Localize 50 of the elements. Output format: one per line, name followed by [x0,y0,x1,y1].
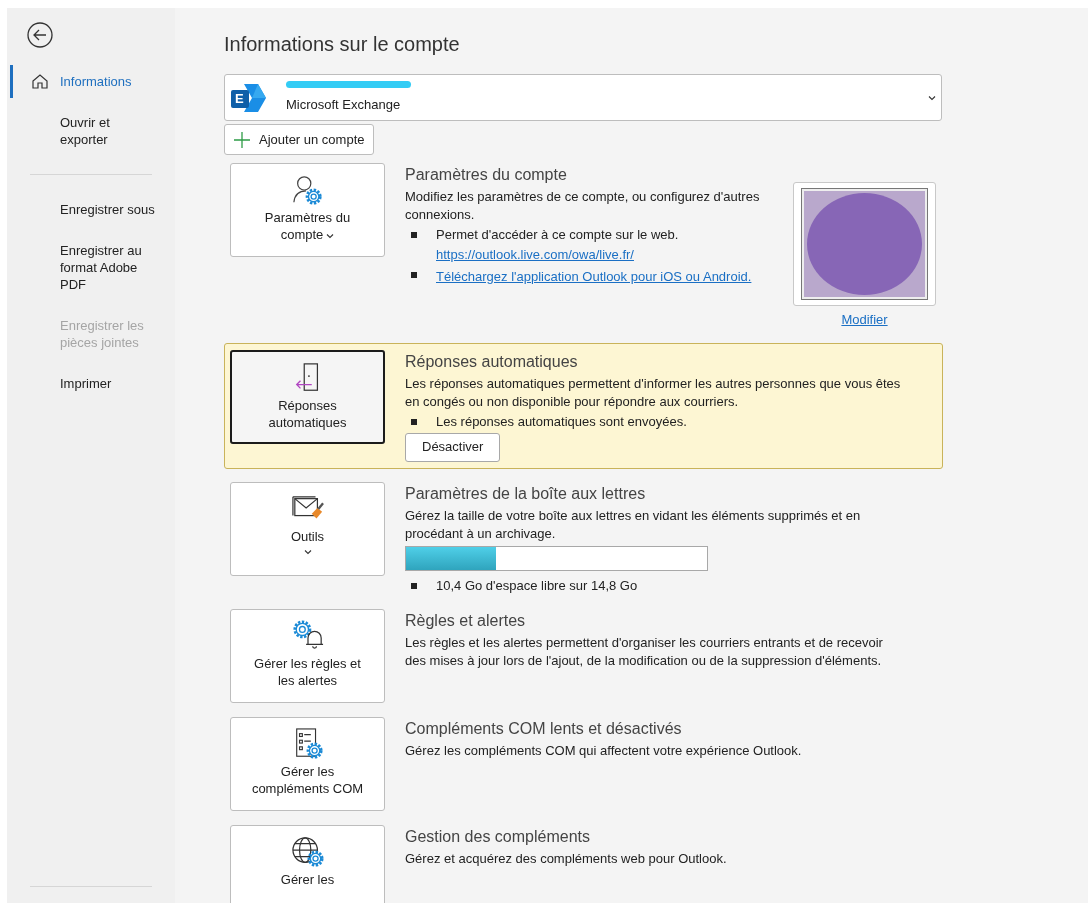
command-button[interactable]: Gérer les compléments COM [230,716,385,811]
bullet-icon [411,418,417,425]
section-title: Paramètres du compte [405,165,568,185]
account-type: Microsoft Exchange [286,95,401,114]
exchange-logo-icon [230,81,268,114]
bullet-icon [411,272,417,278]
back-button[interactable] [26,21,54,49]
bullet-text: Permet d'accéder à ce compte sur le web. [436,226,679,244]
globe-gear-icon [290,835,325,868]
section-title: Compléments COM lents et désactivés [405,718,683,739]
section-description: Les règles et les alertes permettent d'organiser les courriers entrants et de recevoir des mises à jour lors de l'ajout, de la modification ou de la suppression d'éléments. [405,633,884,670]
bullet-text: 10,4 Go d'espace libre sur 14,8 Go [436,576,638,595]
account-dropdown[interactable]: E Microsoft Exchange [224,74,942,121]
deactivate-button[interactable]: Désactiver [405,432,501,462]
command-button[interactable]: Gérer les règles et les alertes [230,608,385,703]
section-description: Gérez les compléments COM qui affectent votre expérience Outlook. [405,741,803,760]
selection-bar [10,65,13,98]
command-button[interactable]: Réponses automatiques [230,349,385,444]
link[interactable]: https://outlook.live.com/owa/live.fr/ [436,246,679,264]
command-button[interactable]: Paramètres du compte [230,163,385,257]
sidebar-item[interactable]: Ouvrir et exporter [7,102,175,160]
caret-icon [303,548,312,555]
sidebar-item[interactable]: Imprimer [7,363,175,404]
bullet-icon [411,582,417,589]
bullet-text: Les réponses automatiques sont envoyées. [436,412,687,431]
sidebar-item[interactable]: Enregistrer sous [7,189,175,230]
add-account-button[interactable]: Ajouter un compte [224,124,374,155]
section-description: Gérez la taille de votre boîte aux lettres en vidant les éléments supprimés et en procédant à un archivage. [405,506,862,543]
command-button[interactable]: Gérer les [230,824,385,903]
sidebar-item[interactable]: Enregistrer au format Adobe PDF [7,230,175,305]
sidebar-item[interactable]: Informations [7,61,175,102]
person-gear-icon [290,174,325,206]
section-title: Paramètres de la boîte aux lettres [405,483,647,504]
section-description: Les réponses automatiques permettent d'informer les autres personnes que vous êtes en congés ou non disponible pour répondre aux courriers. [405,374,902,411]
bullet-icon [411,232,417,238]
page-title: Informations sur le compte [224,32,461,57]
gear-bell-icon [290,619,325,652]
caret-icon [326,232,335,239]
plus-icon [233,130,251,149]
section-title: Réponses automatiques [405,351,579,372]
command-button[interactable]: Outils [230,481,385,576]
section-title: Gestion des compléments [405,826,591,847]
section-description: Modifiez les paramètres de ce compte, ou configurez d'autres connexions. [405,188,760,224]
section-description: Gérez et acquérez des compléments web pour Outlook. [405,849,728,868]
logo-letter: E [235,90,244,107]
home-icon [31,73,49,90]
section-title: Règles et alertes [405,610,527,631]
modify-link[interactable]: Modifier [841,310,888,330]
link[interactable]: Téléchargez l'application Outlook pour iOS ou Android. [436,268,752,286]
caret-icon [928,94,936,101]
